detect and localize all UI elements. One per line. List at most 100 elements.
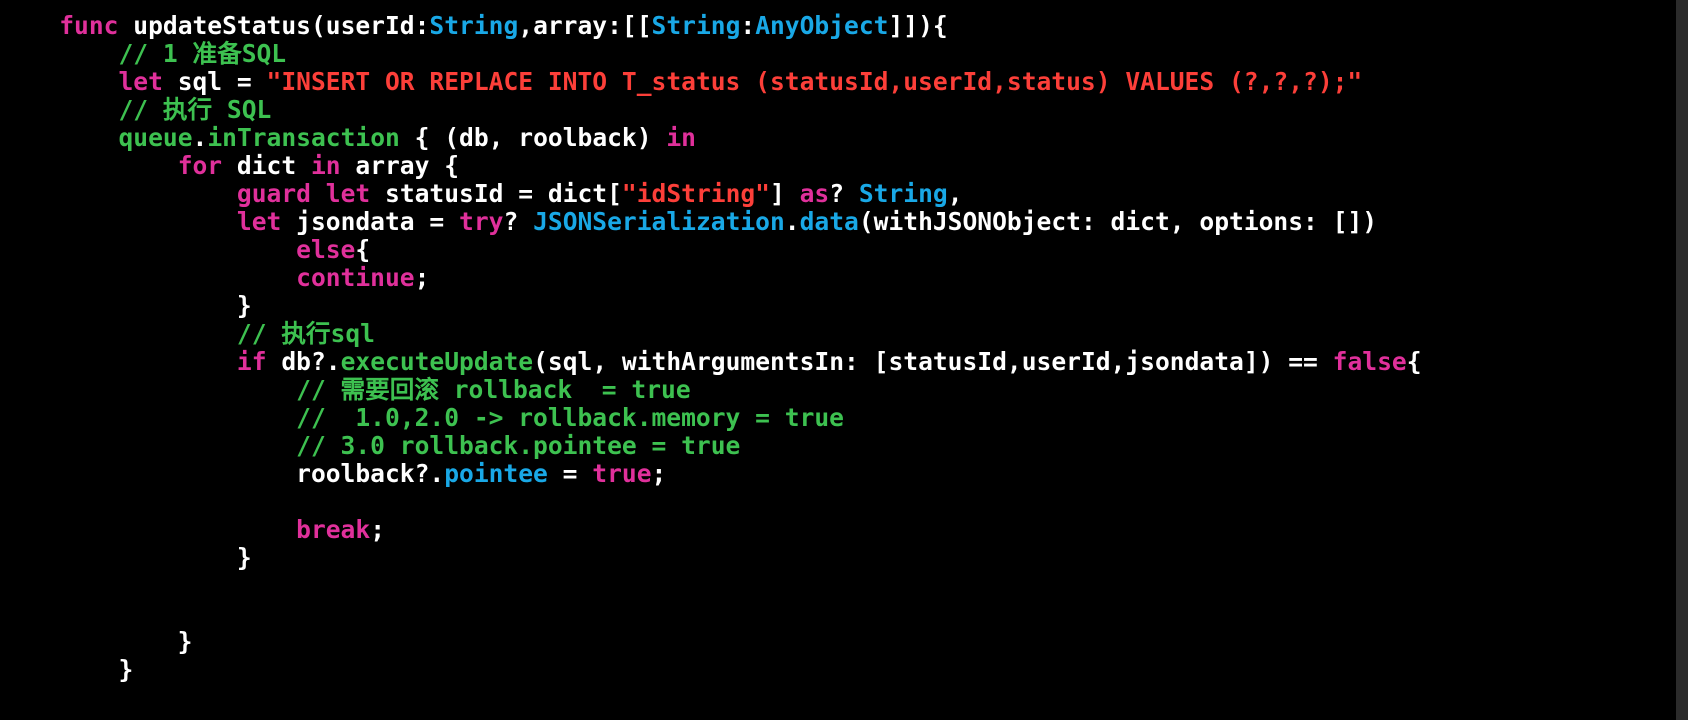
token-comment: // 1.0,2.0 -> rollback.memory = true (296, 403, 844, 432)
token-type: String (858, 179, 948, 208)
token-plain: } (0, 543, 252, 572)
token-plain: . (192, 123, 208, 152)
token-type: String (429, 11, 519, 40)
token-keyword: break (296, 515, 371, 544)
token-comment: // 3.0 rollback.pointee = true (296, 431, 741, 460)
token-plain: ; (414, 263, 430, 292)
token-keyword: continue (296, 263, 415, 292)
code-line: // 需要回滚 rollback = true (0, 376, 691, 404)
token-plain: ; (651, 459, 667, 488)
token-plain: ] (770, 179, 800, 208)
code-line: // 执行sql (0, 320, 375, 348)
token-type: AnyObject (755, 11, 889, 40)
token-keyword: in (310, 151, 341, 180)
code-line: else{ (0, 236, 370, 264)
token-keyword: true (592, 459, 652, 488)
token-keyword: for (177, 151, 223, 180)
code-line: guard let statusId = dict["idString"] as… (0, 180, 963, 208)
token-func: queue (118, 123, 193, 152)
token-plain: } (0, 655, 134, 684)
token-func: inTransaction (207, 123, 400, 152)
code-line: break; (0, 516, 385, 544)
token-keyword: as (799, 179, 830, 208)
token-type: String (651, 11, 741, 40)
token-plain: } (0, 291, 252, 320)
token-comment: // 需要回滚 rollback = true (296, 375, 691, 404)
token-comment: // 1 准备SQL (118, 39, 287, 68)
code-line: queue.inTransaction { (db, roolback) in (0, 124, 696, 152)
code-line: let jsondata = try? JSONSerialization.da… (0, 208, 1377, 236)
token-keyword: let (118, 67, 163, 96)
code-line: } (0, 544, 252, 572)
token-plain: ; (370, 515, 385, 544)
token-plain: db?. (266, 347, 341, 376)
token-keyword: in (666, 123, 696, 152)
token-plain: (withJSONObject: dict, options: []) (858, 207, 1378, 236)
code-line: // 执行 SQL (0, 96, 271, 124)
token-keyword: try (459, 207, 504, 236)
token-plain: { (db, roolback) (399, 123, 667, 152)
token-plain: . (784, 207, 800, 236)
token-plain: roolback?. (0, 459, 445, 488)
token-keyword: else (296, 235, 356, 264)
token-keyword: guard (236, 179, 311, 208)
token-plain: ]]){ (888, 11, 948, 40)
code-line: // 1.0,2.0 -> rollback.memory = true (0, 404, 844, 432)
token-plain: } (0, 627, 193, 656)
token-type: data (799, 207, 859, 236)
token-plain: sql = (162, 67, 267, 96)
token-plain: ? (829, 179, 859, 208)
code-line: roolback?.pointee = true; (0, 460, 666, 488)
token-plain: { (1406, 347, 1422, 376)
token-keyword: let (236, 207, 282, 236)
token-plain: array { (340, 151, 460, 180)
token-plain: : (740, 11, 756, 40)
token-keyword: let (325, 179, 371, 208)
code-line: for dict in array { (0, 152, 459, 180)
token-keyword: false (1332, 347, 1407, 376)
token-string: "idString" (621, 179, 770, 208)
token-plain: updateStatus(userId: (118, 11, 430, 40)
token-plain: = (547, 459, 593, 488)
code-line: let sql = "INSERT OR REPLACE INTO T_stat… (0, 68, 1362, 96)
code-line: } (0, 292, 252, 320)
token-plain: dict (222, 151, 311, 180)
token-plain: ,array:[[ (518, 11, 652, 40)
token-func: executeUpdate (340, 347, 534, 376)
token-comment: // 执行 SQL (118, 95, 272, 124)
code-line: continue; (0, 264, 429, 292)
token-string: "INSERT OR REPLACE INTO T_status (status… (266, 67, 1363, 96)
token-type: JSONSerialization (533, 207, 785, 236)
code-line: } (0, 656, 133, 684)
token-plain: , (947, 179, 963, 208)
right-edge-strip (1676, 0, 1688, 720)
token-type: pointee (444, 459, 548, 488)
token-plain: statusId = dict[ (370, 179, 622, 208)
code-line: func updateStatus(userId:String,array:[[… (0, 11, 948, 40)
token-comment: // 执行sql (236, 319, 375, 348)
code-editor[interactable]: func updateStatus(userId:String,array:[[… (0, 0, 1688, 720)
token-plain: jsondata = (281, 207, 460, 236)
code-line: } (0, 628, 193, 656)
token-keyword: if (236, 347, 267, 376)
token-keyword: func (59, 11, 119, 40)
code-line: // 3.0 rollback.pointee = true (0, 432, 740, 460)
token-plain: { (355, 235, 371, 264)
code-line: if db?.executeUpdate(sql, withArgumentsI… (0, 348, 1422, 376)
